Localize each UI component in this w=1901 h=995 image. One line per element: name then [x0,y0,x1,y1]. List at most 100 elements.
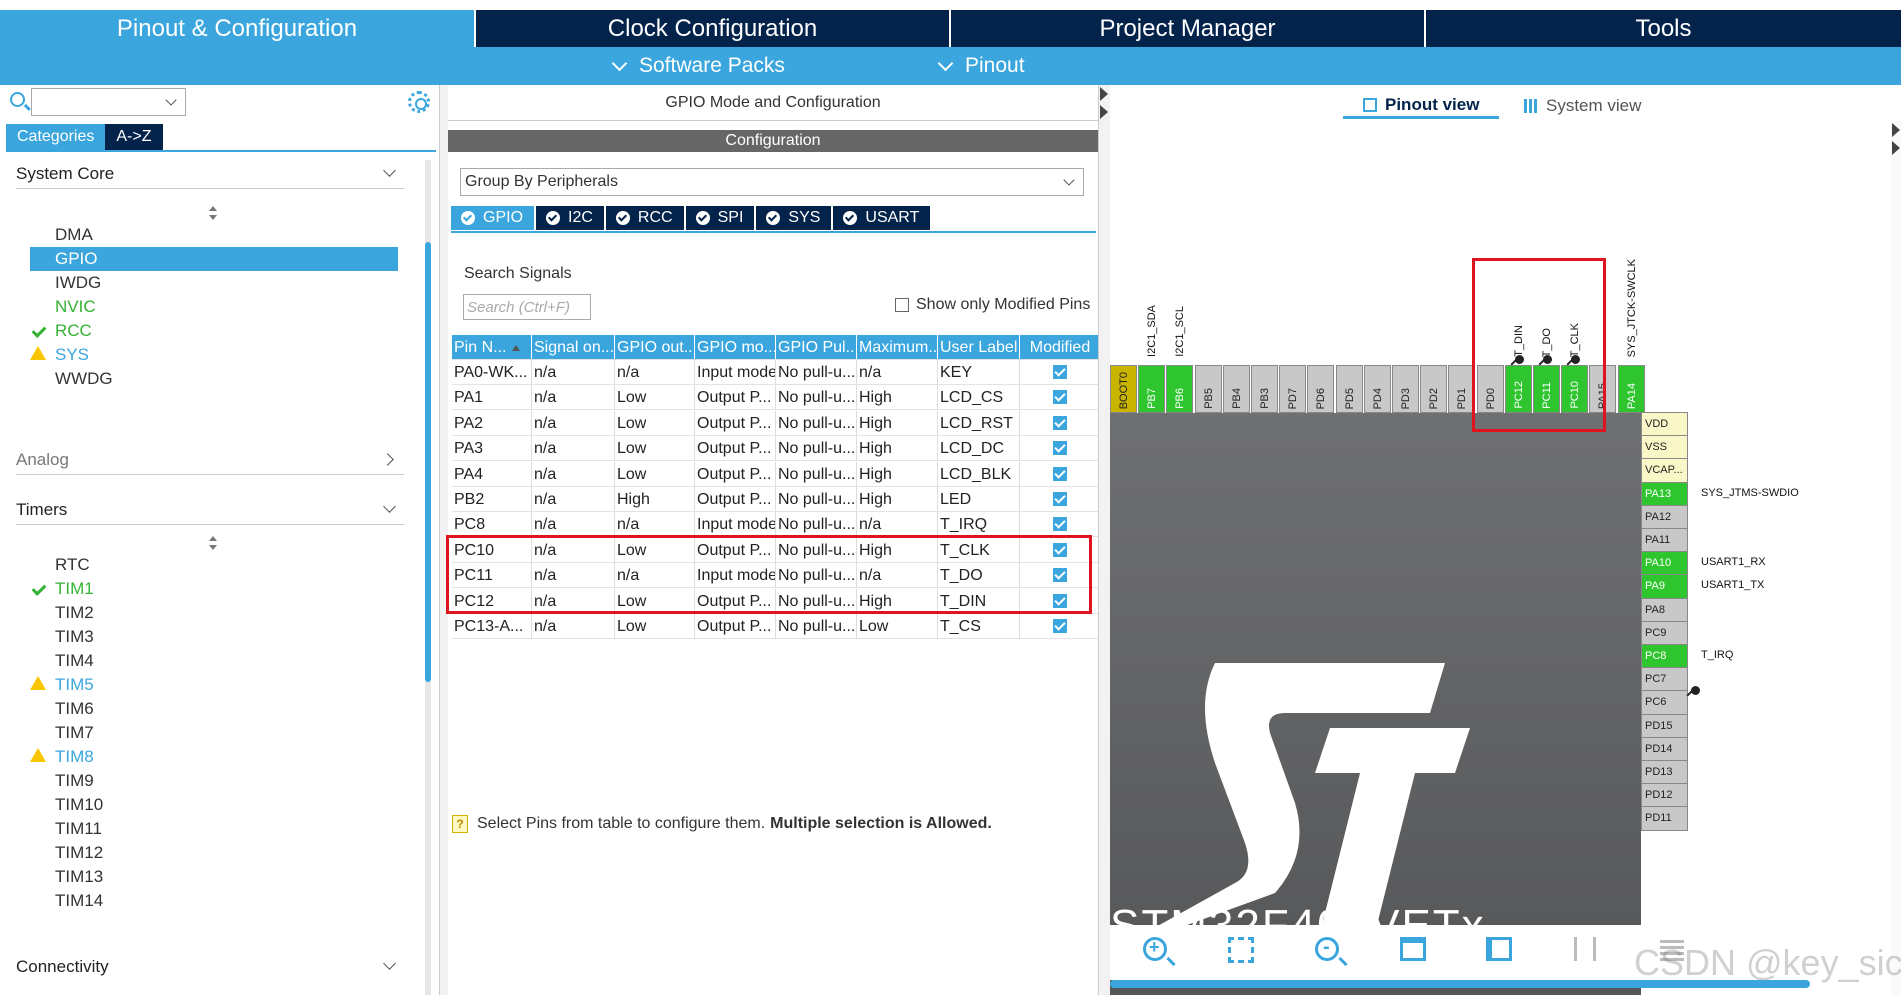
nav-item-tim3[interactable]: TIM3 [30,625,398,649]
column-header[interactable]: Modified [1020,335,1099,360]
nav-item-tim5[interactable]: TIM5 [30,673,398,697]
table-cell[interactable]: n/a [857,360,938,385]
nav-item-wwdg[interactable]: WWDG [30,367,398,391]
show-modified-checkbox[interactable]: Show only Modified Pins [895,296,1090,314]
pin-pd15[interactable]: PD15 [1641,713,1688,739]
checkbox-checked-icon[interactable] [1053,619,1067,633]
collapse-arrow-icon[interactable] [1100,105,1108,119]
pin-pb4[interactable]: PB4 [1222,365,1250,413]
table-cell[interactable]: High [857,410,938,436]
pin-pb5[interactable]: PB5 [1194,365,1222,413]
table-cell[interactable]: Input mode [695,512,776,538]
scroll-arrow-icon[interactable] [1892,123,1900,137]
checkbox-checked-icon[interactable] [1053,441,1067,456]
table-cell[interactable]: Output P... [695,487,776,512]
nav-item-tim6[interactable]: TIM6 [30,697,398,721]
section-connectivity[interactable]: Connectivity [16,952,404,982]
nav-item-sys[interactable]: SYS [30,343,398,367]
table-cell[interactable]: High [615,487,695,512]
table-cell[interactable]: n/a [532,410,615,436]
nav-item-rtc[interactable]: RTC [30,553,398,577]
pin-pb6[interactable]: PB6 [1166,365,1194,413]
column-header[interactable]: GPIO out... [615,335,695,360]
table-row[interactable]: PA2 n/a Low Output P... No pull-u... High LCD_… [452,410,1099,436]
column-header[interactable]: GPIO Pul... [776,335,857,360]
table-row[interactable]: PA0-WK... n/a n/a Input mode No pull-u... n/a… [452,360,1099,385]
table-cell[interactable]: No pull-u... [776,385,857,411]
table-cell[interactable]: T_CS [938,614,1020,639]
table-cell[interactable]: n/a [532,487,615,512]
pin-pd7[interactable]: PD7 [1279,365,1307,413]
table-cell[interactable]: Low [615,614,695,639]
table-cell[interactable]: LED [938,487,1020,512]
pinout-menu[interactable]: Pinout [937,47,1025,85]
column-header[interactable]: Maximum... [857,335,938,360]
column-header[interactable]: GPIO mo... [695,335,776,360]
sort-icon[interactable] [208,536,218,552]
table-cell[interactable]: n/a [857,512,938,538]
panel-splitter[interactable] [1098,85,1110,995]
nav-item-dma[interactable]: DMA [30,223,398,247]
column-header[interactable]: Signal on... [532,335,615,360]
checkbox-checked-icon[interactable] [1053,517,1067,532]
tab-rcc[interactable]: RCC [605,206,684,230]
category-search-combo[interactable] [31,88,186,116]
pin-pc7[interactable]: PC7 [1641,667,1688,693]
table-cell[interactable]: n/a [615,512,695,538]
table-cell[interactable]: n/a [532,436,615,462]
table-cell[interactable]: Output P... [695,614,776,639]
checkbox-checked-icon[interactable] [1053,390,1067,405]
pin-pb3[interactable]: PB3 [1251,365,1278,413]
nav-item-tim13[interactable]: TIM13 [30,865,398,889]
table-cell[interactable]: High [857,487,938,512]
pin-pd11[interactable]: PD11 [1641,806,1688,832]
table-cell[interactable]: n/a [532,385,615,411]
table-cell[interactable]: No pull-u... [776,410,857,436]
checkbox-icon[interactable] [895,298,909,312]
table-cell[interactable]: No pull-u... [776,487,857,512]
pin-pc6[interactable]: PC6 [1641,690,1688,716]
table-cell[interactable]: Low [615,385,695,411]
table-cell[interactable]: No pull-u... [776,360,857,385]
table-cell[interactable]: T_IRQ [938,512,1020,538]
tab-categories[interactable]: Categories [6,124,106,150]
nav-item-tim8[interactable]: TIM8 [30,745,398,769]
pin-pc9[interactable]: PC9 [1641,620,1688,646]
table-cell[interactable]: Output P... [695,410,776,436]
table-cell[interactable]: Low [615,410,695,436]
zoom-in-icon[interactable] [1143,937,1167,961]
pin-vdd[interactable]: VDD [1641,412,1688,437]
table-cell[interactable]: No pull-u... [776,614,857,639]
table-cell[interactable]: High [857,461,938,487]
section-analog[interactable]: Analog [16,445,404,475]
table-row[interactable]: PA4 n/a Low Output P... No pull-u... High LCD_… [452,461,1099,487]
table-row[interactable]: PA3 n/a Low Output P... No pull-u... High LCD_… [452,436,1099,462]
table-cell[interactable] [1020,410,1099,436]
search-icon[interactable] [10,92,25,107]
nav-item-tim7[interactable]: TIM7 [30,721,398,745]
table-cell[interactable]: High [857,385,938,411]
tab-usart[interactable]: USART [833,206,931,230]
nav-item-tim11[interactable]: TIM11 [30,817,398,841]
column-header[interactable]: User Label [938,335,1020,360]
software-packs-menu[interactable]: Software Packs [611,47,785,85]
pin-pa8[interactable]: PA8 [1641,597,1688,623]
pin-boot0[interactable]: BOOT0 [1110,365,1137,413]
table-cell[interactable]: PC13-A... [452,614,532,639]
pin-pd6[interactable]: PD6 [1307,365,1335,413]
pin-pa12[interactable]: PA12 [1641,504,1688,530]
pin-pb7[interactable]: PB7 [1138,365,1166,413]
scrollbar-thumb[interactable] [425,242,431,682]
chip-body[interactable]: STM32F407VETx [1110,413,1641,995]
table-cell[interactable]: n/a [532,360,615,385]
pin-pa13[interactable]: PA13 [1641,481,1688,507]
gear-icon[interactable] [408,91,430,113]
table-cell[interactable]: PB2 [452,487,532,512]
checkbox-checked-icon[interactable] [1053,492,1067,506]
table-row[interactable]: PB2 n/a High Output P... No pull-u... High LED [452,487,1099,512]
tab-pinout-configuration[interactable]: Pinout & Configuration [0,10,476,47]
right-scrollbar[interactable] [1891,121,1901,995]
table-cell[interactable]: No pull-u... [776,436,857,462]
table-cell[interactable]: Input mode [695,360,776,385]
tab-a-z[interactable]: A->Z [105,124,163,150]
